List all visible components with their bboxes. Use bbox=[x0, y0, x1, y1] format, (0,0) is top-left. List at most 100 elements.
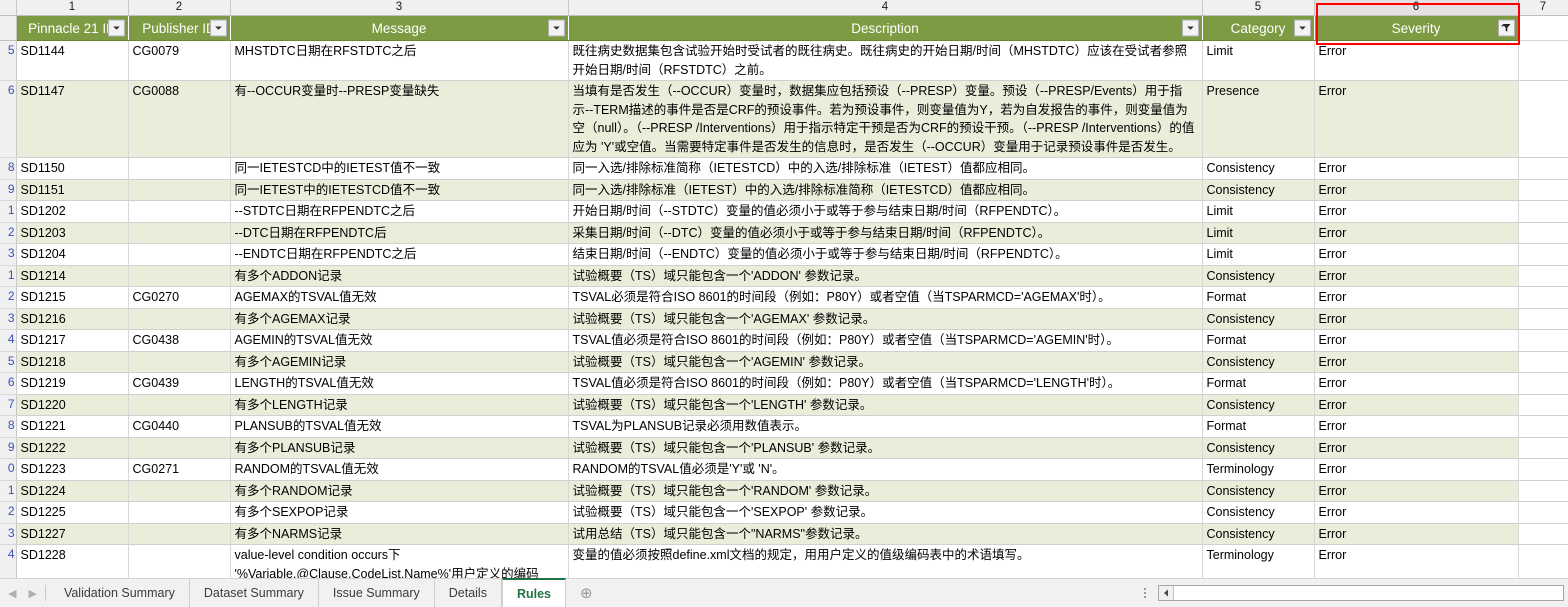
cell-severity[interactable]: Error bbox=[1314, 372, 1519, 395]
cell-pinnacle-21-id[interactable]: SD1221 bbox=[16, 415, 129, 438]
cell-category[interactable]: Limit bbox=[1202, 200, 1315, 223]
cell-pinnacle-21-id[interactable]: SD1144 bbox=[16, 40, 129, 81]
cell-category[interactable]: Presence bbox=[1202, 80, 1315, 158]
cell-severity[interactable]: Error bbox=[1314, 286, 1519, 309]
table-row[interactable]: 4 SD1228 value-level condition occurs下 '%V… bbox=[0, 544, 1568, 578]
select-all-corner[interactable] bbox=[0, 0, 17, 16]
cell-empty-column[interactable] bbox=[1518, 415, 1568, 438]
cell-severity[interactable]: Error bbox=[1314, 394, 1519, 416]
cell-publisher-id[interactable] bbox=[128, 501, 231, 524]
cell-empty-column[interactable] bbox=[1518, 200, 1568, 223]
table-row[interactable]: 5 SD1144 CG0079 MHSTDTC日期在RFSTDTC之后 既往病史数据集包… bbox=[0, 40, 1568, 81]
cell-message[interactable]: value-level condition occurs下 '%Variable… bbox=[230, 544, 569, 578]
cell-message[interactable]: MHSTDTC日期在RFSTDTC之后 bbox=[230, 40, 569, 81]
cell-pinnacle-21-id[interactable]: SD1218 bbox=[16, 351, 129, 373]
cell-message[interactable]: 有多个AGEMIN记录 bbox=[230, 351, 569, 373]
cell-description[interactable]: TSVAL值必须是符合ISO 8601的时间段（例如：P80Y）或者空值（当TS… bbox=[568, 329, 1203, 352]
sheet-tab-rules[interactable]: Rules bbox=[501, 578, 567, 607]
cell-publisher-id[interactable] bbox=[128, 243, 231, 266]
add-sheet-icon[interactable]: ⊕ bbox=[566, 579, 607, 607]
cell-category[interactable]: Consistency bbox=[1202, 265, 1315, 287]
row-number[interactable]: 0 bbox=[0, 458, 17, 481]
scrollbar-grip-icon[interactable] bbox=[1138, 588, 1152, 598]
cell-message[interactable]: 有--OCCUR变量时--PRESP变量缺失 bbox=[230, 80, 569, 158]
cell-message[interactable]: LENGTH的TSVAL值无效 bbox=[230, 372, 569, 395]
cell-category[interactable]: Limit bbox=[1202, 40, 1315, 81]
table-row[interactable]: 3 SD1216 有多个AGEMAX记录 试验概要（TS）域只能包含一个'AGEMAX… bbox=[0, 308, 1568, 330]
cell-description[interactable]: 当填有是否发生（--OCCUR）变量时，数据集应包括预设（--PRESP）变量。… bbox=[568, 80, 1203, 158]
cell-description[interactable]: 试验概要（TS）域只能包含一个'RANDOM' 参数记录。 bbox=[568, 480, 1203, 502]
header-message[interactable]: Message bbox=[230, 15, 569, 41]
cell-category[interactable]: Format bbox=[1202, 415, 1315, 438]
cell-publisher-id[interactable] bbox=[128, 480, 231, 502]
row-number[interactable]: 6 bbox=[0, 372, 17, 395]
cell-empty-column[interactable] bbox=[1518, 222, 1568, 244]
filter-dropdown-icon-publisher-id[interactable] bbox=[209, 19, 227, 37]
cell-publisher-id[interactable]: CG0088 bbox=[128, 80, 231, 158]
cell-pinnacle-21-id[interactable]: SD1151 bbox=[16, 179, 129, 201]
table-row[interactable]: 1 SD1202 --STDTC日期在RFPENDTC之后 开始日期/时间（--STD… bbox=[0, 200, 1568, 223]
row-number[interactable]: 8 bbox=[0, 415, 17, 438]
cell-severity[interactable]: Error bbox=[1314, 243, 1519, 266]
table-row[interactable]: 9 SD1222 有多个PLANSUB记录 试验概要（TS）域只能包含一个'PLANS… bbox=[0, 437, 1568, 459]
cell-message[interactable]: 有多个NARMS记录 bbox=[230, 523, 569, 545]
cell-message[interactable]: --STDTC日期在RFPENDTC之后 bbox=[230, 200, 569, 223]
cell-publisher-id[interactable] bbox=[128, 394, 231, 416]
cell-publisher-id[interactable]: CG0271 bbox=[128, 458, 231, 481]
cell-category[interactable]: Format bbox=[1202, 329, 1315, 352]
cell-category[interactable]: Terminology bbox=[1202, 544, 1315, 578]
cell-category[interactable]: Format bbox=[1202, 286, 1315, 309]
column-number-3[interactable]: 3 bbox=[230, 0, 569, 16]
cell-message[interactable]: AGEMIN的TSVAL值无效 bbox=[230, 329, 569, 352]
header-category[interactable]: Category bbox=[1202, 15, 1315, 41]
scroll-left-arrow-icon[interactable] bbox=[1159, 586, 1174, 600]
cell-description[interactable]: 同一入选/排除标准简称（IETESTCD）中的入选/排除标准（IETEST）值都… bbox=[568, 157, 1203, 180]
cell-category[interactable]: Consistency bbox=[1202, 501, 1315, 524]
table-row[interactable]: 2 SD1203 --DTC日期在RFPENDTC后 采集日期/时间（--DTC）变量… bbox=[0, 222, 1568, 244]
cell-description[interactable]: 采集日期/时间（--DTC）变量的值必须小于或等于参与结束日期/时间（RFPEN… bbox=[568, 222, 1203, 244]
cell-pinnacle-21-id[interactable]: SD1217 bbox=[16, 329, 129, 352]
cell-category[interactable]: Consistency bbox=[1202, 351, 1315, 373]
cell-pinnacle-21-id[interactable]: SD1223 bbox=[16, 458, 129, 481]
cell-empty-column[interactable] bbox=[1518, 157, 1568, 180]
cell-category[interactable]: Consistency bbox=[1202, 523, 1315, 545]
cell-empty-column[interactable] bbox=[1518, 329, 1568, 352]
table-row[interactable]: 2 SD1225 有多个SEXPOP记录 试验概要（TS）域只能包含一个'SEXPOP… bbox=[0, 501, 1568, 524]
cell-description[interactable]: 试验概要（TS）域只能包含一个'PLANSUB' 参数记录。 bbox=[568, 437, 1203, 459]
column-number-4[interactable]: 4 bbox=[568, 0, 1203, 16]
horizontal-scrollbar[interactable] bbox=[1138, 579, 1568, 607]
cell-pinnacle-21-id[interactable]: SD1147 bbox=[16, 80, 129, 158]
cell-category[interactable]: Consistency bbox=[1202, 179, 1315, 201]
table-row[interactable]: 7 SD1220 有多个LENGTH记录 试验概要（TS）域只能包含一个'LENGTH… bbox=[0, 394, 1568, 416]
cell-empty-column[interactable] bbox=[1518, 308, 1568, 330]
cell-pinnacle-21-id[interactable]: SD1202 bbox=[16, 200, 129, 223]
cell-pinnacle-21-id[interactable]: SD1150 bbox=[16, 157, 129, 180]
cell-category[interactable]: Consistency bbox=[1202, 308, 1315, 330]
filter-dropdown-icon-category[interactable] bbox=[1293, 19, 1311, 37]
row-number[interactable]: 8 bbox=[0, 157, 17, 180]
cell-empty-column[interactable] bbox=[1518, 458, 1568, 481]
row-number[interactable]: 9 bbox=[0, 437, 17, 459]
row-number[interactable]: 3 bbox=[0, 308, 17, 330]
header-publisher-id[interactable]: Publisher ID bbox=[128, 15, 231, 41]
table-row[interactable]: 3 SD1204 --ENDTC日期在RFPENDTC之后 结束日期/时间（--END… bbox=[0, 243, 1568, 266]
cell-publisher-id[interactable] bbox=[128, 200, 231, 223]
cell-description[interactable]: 试验概要（TS）域只能包含一个'SEXPOP' 参数记录。 bbox=[568, 501, 1203, 524]
cell-empty-column[interactable] bbox=[1518, 265, 1568, 287]
cell-category[interactable]: Terminology bbox=[1202, 458, 1315, 481]
header-description[interactable]: Description bbox=[568, 15, 1203, 41]
cell-publisher-id[interactable]: CG0438 bbox=[128, 329, 231, 352]
cell-severity[interactable]: Error bbox=[1314, 501, 1519, 524]
sheet-tab-validation-summary[interactable]: Validation Summary bbox=[50, 579, 190, 607]
cell-description[interactable]: 试验概要（TS）域只能包含一个'LENGTH' 参数记录。 bbox=[568, 394, 1203, 416]
cell-severity[interactable]: Error bbox=[1314, 523, 1519, 545]
cell-message[interactable]: 有多个RANDOM记录 bbox=[230, 480, 569, 502]
cell-publisher-id[interactable] bbox=[128, 544, 231, 578]
cell-description[interactable]: TSVAL必须是符合ISO 8601的时间段（例如：P80Y）或者空值（当TSP… bbox=[568, 286, 1203, 309]
cell-severity[interactable]: Error bbox=[1314, 415, 1519, 438]
cell-pinnacle-21-id[interactable]: SD1222 bbox=[16, 437, 129, 459]
cell-severity[interactable]: Error bbox=[1314, 179, 1519, 201]
cell-pinnacle-21-id[interactable]: SD1219 bbox=[16, 372, 129, 395]
table-row[interactable]: 4 SD1217 CG0438 AGEMIN的TSVAL值无效 TSVAL值必须是符合I… bbox=[0, 329, 1568, 352]
cell-category[interactable]: Format bbox=[1202, 372, 1315, 395]
